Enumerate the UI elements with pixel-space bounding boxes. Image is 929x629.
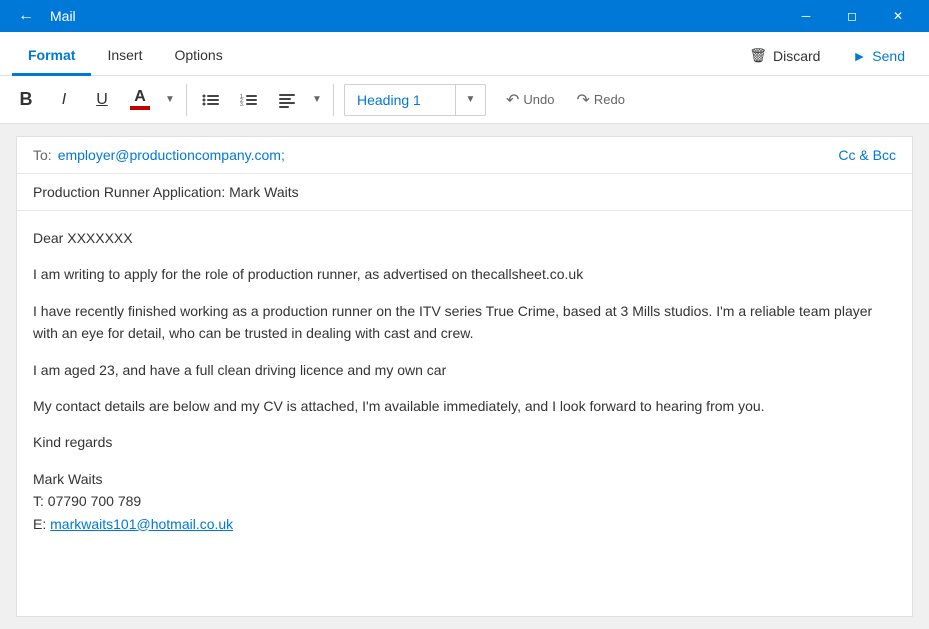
undo-icon: ↶ [506, 90, 519, 110]
send-icon: ► [852, 48, 866, 64]
redo-button[interactable]: ↷ Redo [566, 86, 634, 114]
para2: I have recently finished working as a pr… [33, 300, 896, 345]
bold-button[interactable]: B [8, 82, 44, 118]
undo-redo-group: ↶ Undo ↷ Redo [496, 86, 635, 114]
heading-value: Heading 1 [345, 92, 455, 108]
align-icon [277, 90, 297, 110]
ordered-list-icon: 1. 2. 3. [239, 90, 259, 110]
italic-button[interactable]: I [46, 82, 82, 118]
align-button[interactable] [269, 82, 305, 118]
discard-button[interactable]: 🗑 Discard [737, 42, 832, 69]
unordered-list-icon [201, 90, 221, 110]
to-label: To: [33, 147, 52, 163]
subject-field[interactable]: Production Runner Application: Mark Wait… [17, 174, 912, 211]
send-button[interactable]: ► Send [840, 43, 917, 69]
close-button[interactable]: ✕ [875, 0, 921, 32]
underline-button[interactable]: U [84, 82, 120, 118]
trash-icon: 🗑 [749, 47, 767, 64]
font-color-letter: A [134, 89, 146, 105]
sender-email-link[interactable]: markwaits101@hotmail.co.uk [50, 516, 233, 532]
heading-dropdown[interactable]: ▼ [455, 85, 485, 115]
redo-icon: ↷ [576, 90, 589, 110]
separator-2 [333, 84, 334, 116]
ribbon-actions: 🗑 Discard ► Send [737, 42, 917, 75]
ribbon-tabs: Format Insert Options 🗑 Discard ► Send [0, 32, 929, 76]
para4: My contact details are below and my CV i… [33, 395, 896, 417]
separator-1 [186, 84, 187, 116]
closing: Kind regards [33, 431, 896, 453]
sender-name: Mark Waits T: 07790 700 789 E: markwaits… [33, 468, 896, 535]
title-bar: ← Mail ─ ◻ ✕ [0, 0, 929, 32]
svg-text:3.: 3. [240, 102, 244, 108]
back-button[interactable]: ← [12, 2, 40, 30]
heading-selector[interactable]: Heading 1 ▼ [344, 84, 486, 116]
to-field: To: employer@productioncompany.com; Cc &… [17, 137, 912, 174]
email-body[interactable]: Dear XXXXXXX I am writing to apply for t… [17, 211, 912, 565]
subject-text: Production Runner Application: Mark Wait… [33, 184, 299, 200]
window-controls: ─ ◻ ✕ [783, 0, 921, 32]
para3: I am aged 23, and have a full clean driv… [33, 359, 896, 381]
app-title: Mail [50, 8, 76, 24]
minimize-button[interactable]: ─ [783, 0, 829, 32]
greeting: Dear XXXXXXX [33, 227, 896, 249]
font-color-button[interactable]: A [122, 82, 158, 118]
ordered-list-button[interactable]: 1. 2. 3. [231, 82, 267, 118]
font-format-dropdown[interactable]: ▼ [160, 82, 180, 118]
to-address[interactable]: employer@productioncompany.com; [58, 147, 285, 163]
align-dropdown[interactable]: ▼ [307, 82, 327, 118]
email-compose-area: To: employer@productioncompany.com; Cc &… [16, 136, 913, 617]
unordered-list-button[interactable] [193, 82, 229, 118]
tab-options[interactable]: Options [158, 37, 238, 76]
tab-insert[interactable]: Insert [91, 37, 158, 76]
para1: I am writing to apply for the role of pr… [33, 263, 896, 285]
cc-bcc-button[interactable]: Cc & Bcc [838, 147, 896, 163]
toolbar: B I U A ▼ 1. 2. 3. [0, 76, 929, 124]
tab-format[interactable]: Format [12, 37, 91, 76]
restore-button[interactable]: ◻ [829, 0, 875, 32]
undo-button[interactable]: ↶ Undo [496, 86, 564, 114]
font-color-bar [130, 106, 150, 110]
